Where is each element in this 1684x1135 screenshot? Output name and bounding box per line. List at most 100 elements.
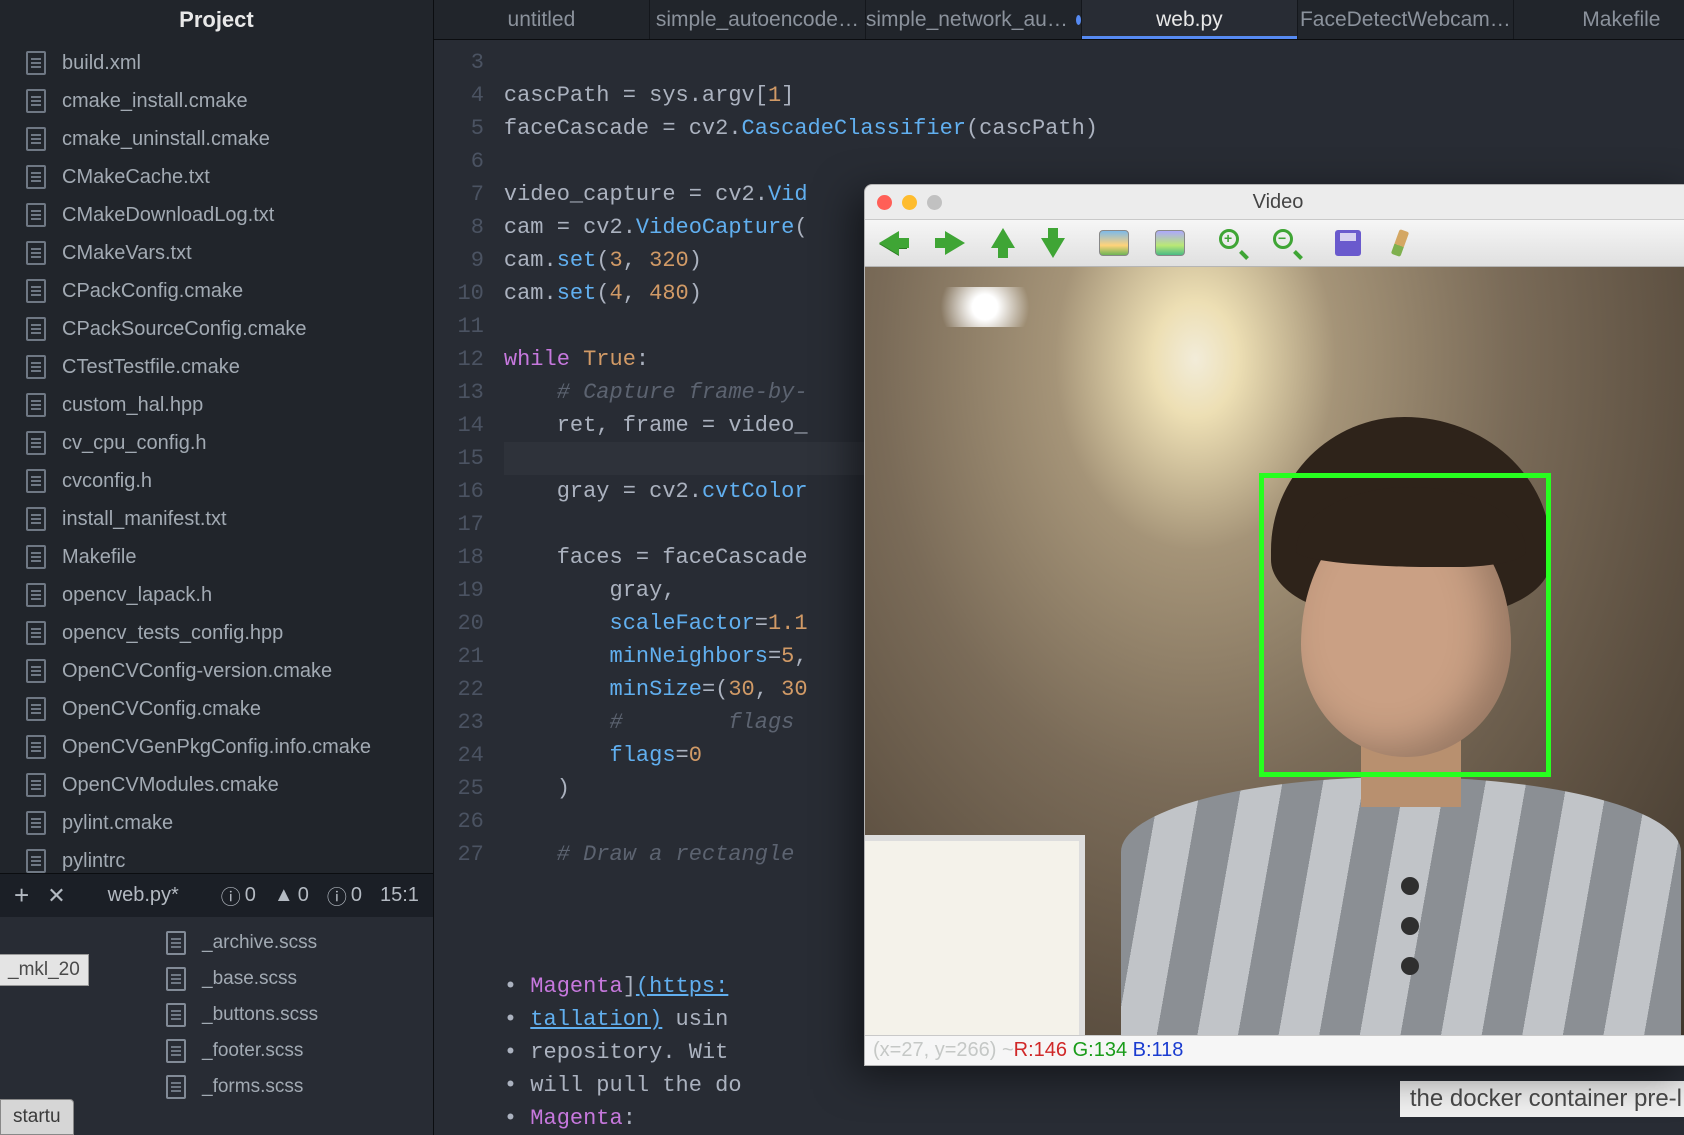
zoom-in-icon[interactable]: + [1219, 229, 1247, 257]
file-item[interactable]: cmake_uninstall.cmake [0, 120, 433, 158]
file-item[interactable]: _footer.scss [150, 1033, 433, 1069]
file-icon [26, 241, 46, 265]
file-item[interactable]: CMakeCache.txt [0, 158, 433, 196]
background-text: the docker container pre-l [1400, 1081, 1684, 1117]
line-gutter: 3456789101112131415161718192021222324252… [434, 46, 504, 970]
brush-icon[interactable] [1391, 229, 1409, 257]
file-item[interactable]: CTestTestfile.cmake [0, 348, 433, 386]
background-tab-startup[interactable]: startu [0, 1099, 74, 1135]
video-title: Video [865, 191, 1684, 214]
zoom-out-icon[interactable]: − [1273, 229, 1301, 257]
file-item[interactable]: install_manifest.txt [0, 500, 433, 538]
file-icon [166, 1039, 186, 1063]
file-icon [26, 583, 46, 607]
file-icon [26, 659, 46, 683]
picture-icon[interactable] [1099, 230, 1129, 256]
tab-label: untitled [508, 8, 576, 32]
face-detection-box [1259, 473, 1551, 777]
file-icon [26, 393, 46, 417]
file-item[interactable]: CMakeDownloadLog.txt [0, 196, 433, 234]
tab-label: simple_network_au… [866, 8, 1068, 32]
tab-label: web.py [1156, 8, 1223, 32]
file-icon [166, 967, 186, 991]
file-item[interactable]: opencv_tests_config.hpp [0, 614, 433, 652]
tab-label: FaceDetectWebcam… [1300, 8, 1511, 32]
pixel-b: B:118 [1133, 1039, 1184, 1062]
new-file-icon[interactable]: + [14, 880, 29, 911]
file-item[interactable]: OpenCVConfig.cmake [0, 690, 433, 728]
modified-indicator-icon [1076, 15, 1081, 25]
file-icon [26, 431, 46, 455]
sidebar-header: Project [0, 0, 433, 40]
info-count[interactable]: ⓘ 0 [327, 881, 362, 910]
editor-tab[interactable]: web.py [1082, 0, 1298, 39]
pixel-g: G:134 [1073, 1039, 1127, 1062]
file-icon [26, 279, 46, 303]
file-item[interactable]: build.xml [0, 44, 433, 82]
pixel-coords: (x=27, y=266) ~ [873, 1039, 1014, 1062]
file-item[interactable]: _forms.scss [150, 1069, 433, 1105]
video-window[interactable]: Video + − (x=27, [864, 184, 1684, 1066]
file-icon [26, 203, 46, 227]
status-bar: + ✕ web.py* ⓘ 0 ▲ 0 ⓘ 0 15:1 [0, 873, 433, 917]
file-item[interactable]: OpenCVConfig-version.cmake [0, 652, 433, 690]
editor-tab[interactable]: untitled [434, 0, 650, 39]
file-icon [26, 165, 46, 189]
close-file-icon[interactable]: ✕ [47, 883, 65, 909]
file-name: CMakeCache.txt [62, 166, 210, 189]
file-item[interactable]: CMakeVars.txt [0, 234, 433, 272]
file-item[interactable]: CPackSourceConfig.cmake [0, 310, 433, 348]
nav-left-icon[interactable] [879, 228, 909, 258]
file-item[interactable]: custom_hal.hpp [0, 386, 433, 424]
nav-down-icon[interactable] [1041, 228, 1065, 258]
file-item[interactable]: _base.scss [150, 961, 433, 997]
file-name: build.xml [62, 52, 141, 75]
laptop-shape [865, 835, 1085, 1035]
editor-tab[interactable]: Makefile [1514, 0, 1684, 39]
file-name: CMakeDownloadLog.txt [62, 204, 274, 227]
file-name: OpenCVConfig-version.cmake [62, 660, 332, 683]
nav-right-icon[interactable] [935, 228, 965, 258]
cursor-position[interactable]: 15:1 [380, 884, 419, 907]
background-tab-mkl[interactable]: _mkl_20 [0, 954, 89, 986]
file-item[interactable]: _buttons.scss [150, 997, 433, 1033]
file-icon [26, 317, 46, 341]
file-item[interactable]: cvconfig.h [0, 462, 433, 500]
file-item[interactable]: OpenCVModules.cmake [0, 766, 433, 804]
nav-up-icon[interactable] [991, 228, 1015, 258]
file-item[interactable]: cv_cpu_config.h [0, 424, 433, 462]
file-icon [26, 773, 46, 797]
file-name: opencv_lapack.h [62, 584, 212, 607]
file-item[interactable]: Makefile [0, 538, 433, 576]
file-name: cvconfig.h [62, 470, 152, 493]
file-name: _archive.scss [202, 932, 317, 954]
file-icon [166, 1075, 186, 1099]
status-filename[interactable]: web.py* [108, 884, 179, 907]
file-name: pylintrc [62, 850, 125, 873]
file-name: cmake_uninstall.cmake [62, 128, 270, 151]
editor-tab[interactable]: simple_network_au… [866, 0, 1082, 39]
file-icon [26, 89, 46, 113]
editor-tab[interactable]: simple_autoencode… [650, 0, 866, 39]
file-name: _buttons.scss [202, 1004, 318, 1026]
file-item[interactable]: pylintrc [0, 842, 433, 873]
warning-count[interactable]: ▲ 0 [274, 884, 309, 907]
tab-label: simple_autoencode… [656, 8, 859, 32]
file-item[interactable]: cmake_install.cmake [0, 82, 433, 120]
error-count[interactable]: ⓘ 0 [221, 881, 256, 910]
video-titlebar[interactable]: Video [865, 185, 1684, 219]
file-icon [166, 1003, 186, 1027]
picture-zoom-icon[interactable] [1155, 230, 1185, 256]
file-icon [26, 811, 46, 835]
editor-tab[interactable]: FaceDetectWebcam… [1298, 0, 1514, 39]
file-item[interactable]: _archive.scss [150, 925, 433, 961]
save-icon[interactable] [1335, 230, 1361, 256]
file-item[interactable]: pylint.cmake [0, 804, 433, 842]
file-item[interactable]: CPackConfig.cmake [0, 272, 433, 310]
file-name: CMakeVars.txt [62, 242, 192, 265]
video-toolbar: + − [865, 219, 1684, 267]
file-icon [26, 697, 46, 721]
file-item[interactable]: opencv_lapack.h [0, 576, 433, 614]
file-name: opencv_tests_config.hpp [62, 622, 283, 645]
file-item[interactable]: OpenCVGenPkgConfig.info.cmake [0, 728, 433, 766]
